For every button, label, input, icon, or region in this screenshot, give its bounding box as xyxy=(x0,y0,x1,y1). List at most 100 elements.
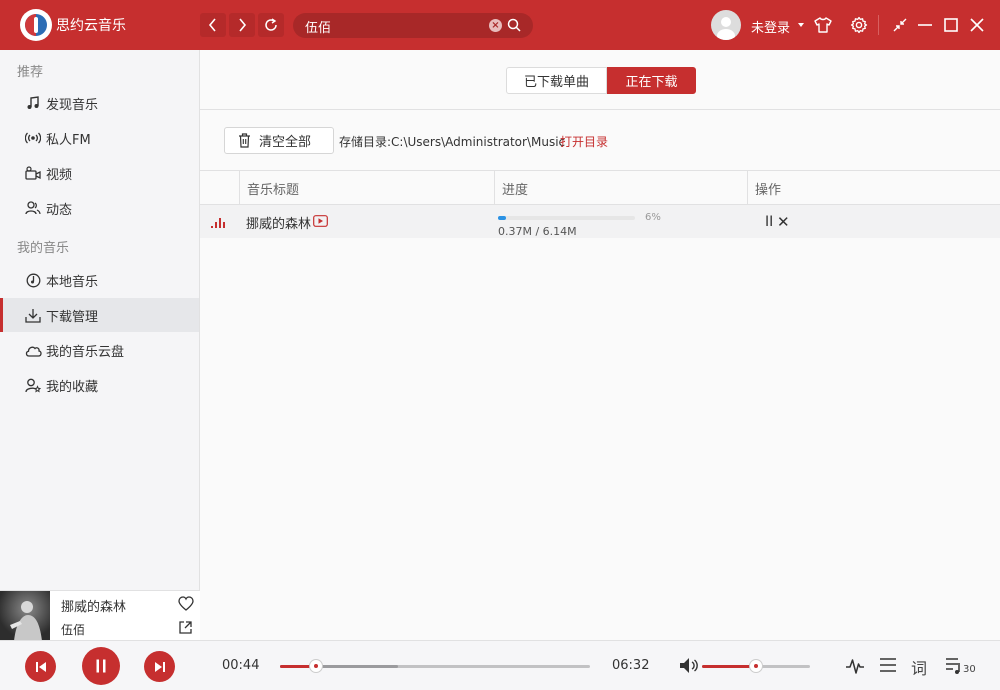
sidebar-item-label: 本地音乐 xyxy=(46,274,99,290)
close-button[interactable] xyxy=(966,14,988,36)
previous-button[interactable] xyxy=(25,651,56,682)
tab-downloaded[interactable]: 已下载单曲 xyxy=(506,67,607,94)
refresh-button[interactable] xyxy=(258,13,284,37)
music-note-icon xyxy=(24,94,42,112)
sidebar-item-download[interactable]: 下载管理 xyxy=(0,298,199,332)
sound-effect-icon[interactable] xyxy=(845,656,865,676)
main-content: 已下载单曲 正在下载 清空全部 存储目录:C:\Users\Administra… xyxy=(200,50,1000,640)
play-mode-icon[interactable] xyxy=(879,657,897,673)
minimize-button[interactable] xyxy=(914,14,936,36)
column-title[interactable]: 音乐标题 xyxy=(239,171,494,205)
login-label[interactable]: 未登录 xyxy=(751,17,790,36)
table-row[interactable]: 挪威的森林 6% 0.37M / 6.14M II ✕ xyxy=(200,205,1000,238)
sidebar-item-video[interactable]: 视频 xyxy=(0,156,199,190)
video-icon xyxy=(24,164,42,182)
avatar[interactable] xyxy=(711,10,741,40)
download-percent: 6% xyxy=(645,212,661,223)
maximize-icon xyxy=(944,18,958,32)
sidebar: 推荐 发现音乐 私人FM 视频 动态 我的音乐 本地音乐 下载管理 我的音乐云盘… xyxy=(0,50,200,590)
maximize-button[interactable] xyxy=(940,14,962,36)
volume-fill xyxy=(702,665,756,668)
clear-search-icon[interactable]: × xyxy=(489,19,502,32)
sidebar-item-label: 视频 xyxy=(46,167,73,183)
volume-handle[interactable] xyxy=(749,659,763,673)
playlist-count: 30 xyxy=(963,664,976,675)
lyrics-button[interactable]: 词 xyxy=(911,655,927,679)
sidebar-item-cloud[interactable]: 我的音乐云盘 xyxy=(0,333,199,367)
download-icon xyxy=(24,306,42,324)
pause-icon xyxy=(96,659,106,673)
refresh-icon xyxy=(265,18,277,31)
sidebar-item-label: 下载管理 xyxy=(46,309,99,325)
sidebar-item-label: 发现音乐 xyxy=(46,97,99,113)
now-playing-artist[interactable]: 伍佰 xyxy=(61,621,85,638)
section-title-my-music: 我的音乐 xyxy=(17,241,70,256)
cancel-download-icon[interactable]: ✕ xyxy=(777,213,790,231)
playlist-icon[interactable] xyxy=(945,657,963,675)
radio-icon xyxy=(24,129,42,147)
caret-down-icon[interactable] xyxy=(798,23,804,27)
sidebar-item-discover[interactable]: 发现音乐 xyxy=(0,86,199,120)
chevron-right-icon xyxy=(239,18,247,32)
now-playing-panel: 挪威的森林 伍佰 xyxy=(0,590,200,641)
sidebar-item-fm[interactable]: 私人FM xyxy=(0,121,199,155)
clear-all-button[interactable]: 清空全部 xyxy=(224,127,334,154)
search-input[interactable]: 伍佰 × xyxy=(293,13,533,38)
clear-all-label: 清空全部 xyxy=(259,135,312,150)
disc-icon xyxy=(24,271,42,289)
column-progress[interactable]: 进度 xyxy=(494,171,747,205)
song-title[interactable]: 挪威的森林 xyxy=(246,213,311,232)
tab-downloading[interactable]: 正在下载 xyxy=(607,67,696,94)
shrink-icon xyxy=(893,18,907,32)
close-icon xyxy=(970,18,984,32)
playing-indicator-icon xyxy=(211,218,225,228)
previous-icon xyxy=(35,661,46,672)
storage-path: 存储目录:C:\Users\Administrator\Music xyxy=(339,135,566,149)
volume-slider[interactable] xyxy=(702,659,810,673)
collection-icon xyxy=(24,376,42,394)
section-title-recommend: 推荐 xyxy=(17,65,44,80)
pause-download-icon[interactable]: II xyxy=(765,214,773,230)
sidebar-item-local[interactable]: 本地音乐 xyxy=(0,263,199,297)
heart-icon[interactable] xyxy=(178,596,194,611)
player-bar: 00:44 06:32 词 30 xyxy=(0,640,1000,690)
next-button[interactable] xyxy=(144,651,175,682)
sidebar-item-collection[interactable]: 我的收藏 xyxy=(0,368,199,402)
now-playing-title[interactable]: 挪威的森林 xyxy=(61,596,126,615)
share-icon[interactable] xyxy=(178,620,193,635)
sidebar-item-label: 我的音乐云盘 xyxy=(46,344,125,360)
search-icon[interactable] xyxy=(507,18,521,32)
app-logo[interactable] xyxy=(20,9,52,41)
forward-button[interactable] xyxy=(229,13,255,37)
skin-button[interactable] xyxy=(812,14,834,36)
shirt-icon xyxy=(814,17,832,33)
cloud-icon xyxy=(24,341,42,359)
album-cover[interactable] xyxy=(0,591,50,641)
divider xyxy=(200,109,1000,110)
volume-icon[interactable] xyxy=(679,657,699,674)
sidebar-item-label: 动态 xyxy=(46,202,73,218)
trash-icon xyxy=(238,133,251,148)
mv-icon[interactable] xyxy=(313,215,328,227)
friends-icon xyxy=(24,199,42,217)
sidebar-item-label: 我的收藏 xyxy=(46,379,99,395)
mini-mode-button[interactable] xyxy=(889,14,911,36)
seek-handle[interactable] xyxy=(308,659,323,673)
open-directory-link[interactable]: 打开目录 xyxy=(560,133,608,150)
back-button[interactable] xyxy=(200,13,226,37)
current-time: 00:44 xyxy=(222,658,260,673)
chevron-left-icon xyxy=(208,18,216,32)
minimize-icon xyxy=(918,24,932,26)
next-icon xyxy=(154,661,165,672)
pause-button[interactable] xyxy=(82,647,120,685)
sidebar-item-label: 私人FM xyxy=(46,132,91,148)
download-progress-bar xyxy=(498,216,635,220)
seek-bar[interactable] xyxy=(280,659,590,673)
column-action: 操作 xyxy=(747,171,1000,205)
sidebar-item-feed[interactable]: 动态 xyxy=(0,191,199,225)
app-name: 思约云音乐 xyxy=(56,18,126,34)
download-tabs: 已下载单曲 正在下载 xyxy=(506,67,696,94)
table-header: 音乐标题 进度 操作 xyxy=(200,170,1000,205)
search-text: 伍佰 xyxy=(305,21,332,36)
settings-button[interactable] xyxy=(848,14,870,36)
